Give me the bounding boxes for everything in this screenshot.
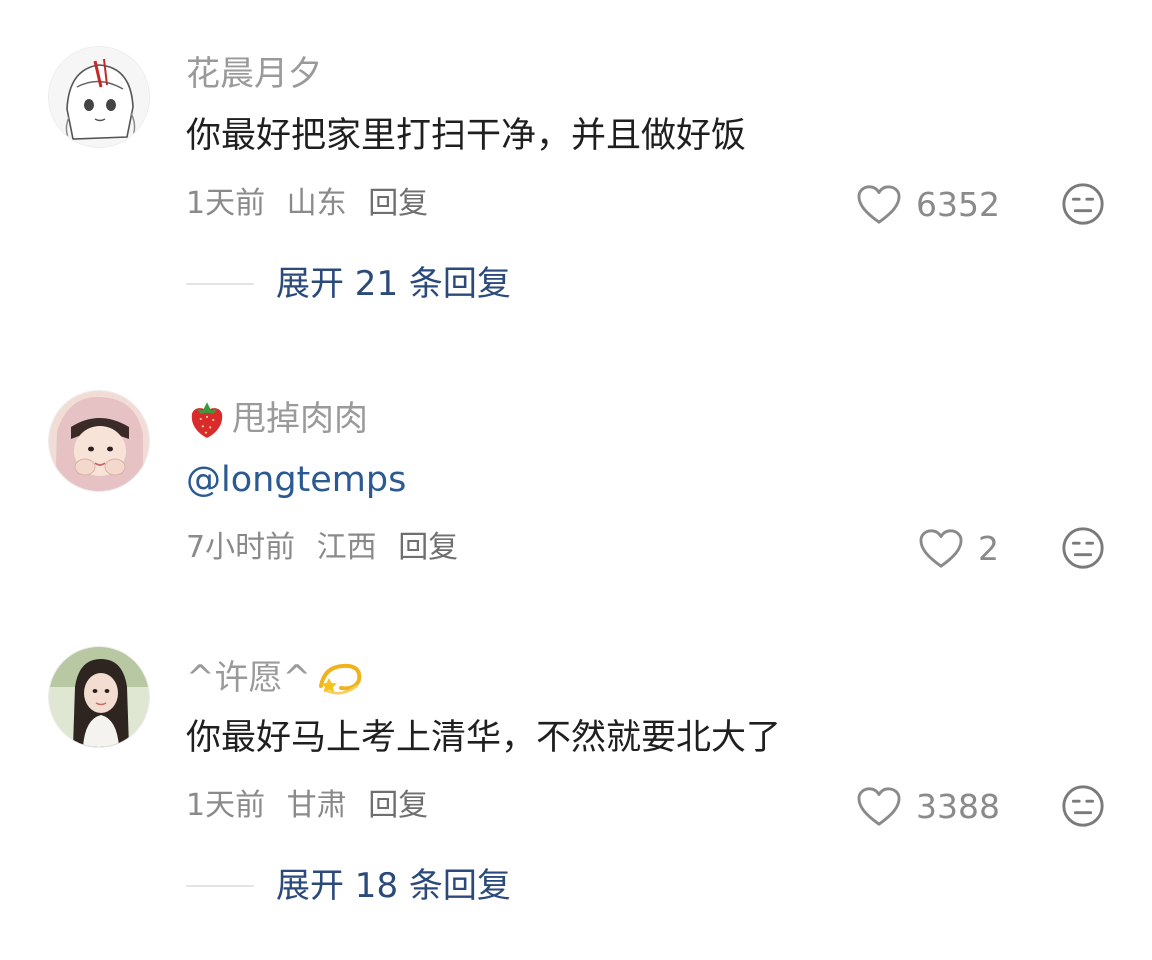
like-button[interactable]: 2 [918, 528, 999, 570]
expand-replies-button[interactable]: 展开 21 条回复 [186, 264, 511, 304]
like-button[interactable]: 6352 [856, 184, 1000, 226]
username[interactable]: ^许愿^ [186, 656, 367, 700]
reply-button[interactable]: 回复 [398, 530, 458, 565]
comment-location: 江西 [316, 530, 377, 565]
avatar-image [49, 47, 149, 147]
reply-button[interactable]: 回复 [368, 186, 428, 221]
comment-time: 1天前 [186, 186, 266, 221]
avatar[interactable] [48, 46, 150, 148]
comment-meta: 1天前 山东 回复 [186, 186, 440, 222]
username[interactable]: 花晨月夕 [186, 54, 322, 94]
avatar[interactable] [48, 646, 150, 748]
expand-replies-button[interactable]: 展开 18 条回复 [186, 866, 511, 906]
like-count: 3388 [916, 787, 1000, 826]
neutral-face-icon [1062, 183, 1104, 225]
username[interactable]: 甩掉肉肉 [186, 398, 368, 440]
dizzy-star-icon [318, 663, 362, 695]
reply-button[interactable]: 回复 [368, 788, 428, 823]
comment-location: 山东 [286, 186, 347, 221]
comment-text: 你最好把家里打扫干净，并且做好饭 [186, 116, 747, 156]
username-label: 花晨月夕 [186, 54, 322, 94]
heart-icon [857, 185, 901, 224]
like-count: 2 [978, 529, 999, 568]
comment-meta: 1天前 甘肃 回复 [186, 788, 440, 824]
expand-replies-label: 展开 18 条回复 [276, 866, 511, 906]
like-count: 6352 [916, 185, 1000, 224]
comment-location: 甘肃 [286, 788, 347, 823]
username-label: ^许愿^ [186, 658, 311, 698]
neutral-face-icon [1062, 527, 1104, 569]
avatar-image [49, 647, 149, 747]
comment-meta: 7小时前 江西 回复 [186, 530, 470, 566]
strawberry-icon [191, 402, 223, 438]
dislike-button[interactable] [1060, 181, 1106, 227]
avatar[interactable] [48, 390, 150, 492]
like-button[interactable]: 3388 [856, 786, 1000, 828]
comment-time: 7小时前 [186, 530, 296, 565]
neutral-face-icon [1062, 785, 1104, 827]
comment-text: 你最好马上考上清华，不然就要北大了 [186, 718, 782, 758]
avatar-image [49, 391, 149, 491]
dislike-button[interactable] [1060, 783, 1106, 829]
comment-time: 1天前 [186, 788, 266, 823]
heart-icon [857, 787, 901, 826]
expand-divider [186, 885, 254, 887]
dislike-button[interactable] [1060, 525, 1106, 571]
expand-divider [186, 283, 254, 285]
expand-replies-label: 展开 21 条回复 [276, 264, 511, 304]
heart-icon [919, 529, 963, 568]
username-label: 甩掉肉肉 [232, 399, 368, 439]
comment-text[interactable]: @longtemps [186, 458, 406, 502]
